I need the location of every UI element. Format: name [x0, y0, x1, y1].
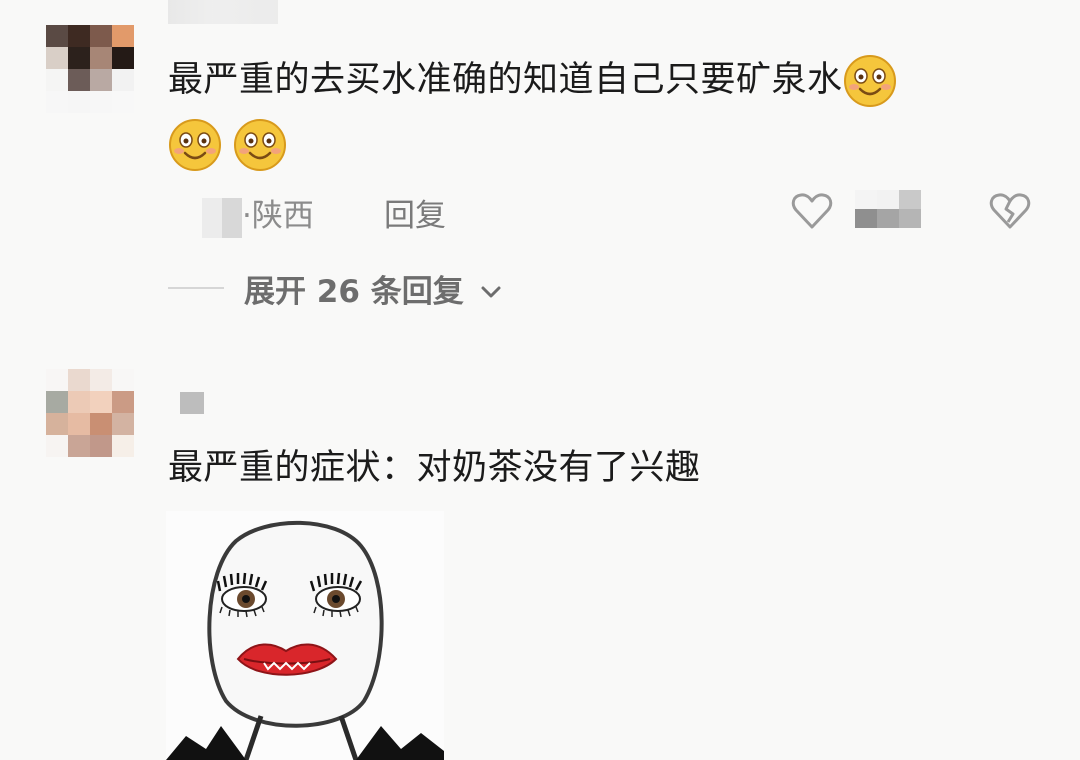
- expand-replies-button[interactable]: 展开 26 条回复: [244, 266, 503, 312]
- comment-body: 最严重的症状：对奶茶没有了兴趣: [168, 448, 701, 488]
- username-blurred: [180, 392, 204, 414]
- comment-text: 最严重的症状：对奶茶没有了兴趣: [168, 442, 701, 494]
- emoji-row: [168, 118, 287, 172]
- expand-replies-label: 展开 26 条回复: [244, 274, 464, 310]
- chevron-down-icon: [479, 276, 503, 312]
- divider: [168, 287, 224, 289]
- smile-emoji-icon: [843, 54, 897, 108]
- username-blurred: [168, 0, 278, 24]
- broken-heart-icon[interactable]: [988, 189, 1032, 233]
- like-count-blurred: [855, 190, 921, 228]
- reply-button[interactable]: 回复: [384, 190, 446, 235]
- comment-body: 最严重的去买水准确的知道自己只要矿泉水: [168, 60, 843, 100]
- smile-emoji-icon: [168, 118, 222, 172]
- comment-text: 最严重的去买水准确的知道自己只要矿泉水: [168, 54, 1028, 108]
- location-label: ·陕西: [242, 198, 314, 234]
- smile-emoji-icon: [233, 118, 287, 172]
- time-blurred: [202, 197, 242, 238]
- avatar[interactable]: [46, 25, 134, 113]
- avatar[interactable]: [46, 369, 134, 457]
- comment-meta: ·陕西: [168, 190, 314, 238]
- comment-image[interactable]: [166, 511, 444, 760]
- heart-outline-icon[interactable]: [790, 189, 834, 233]
